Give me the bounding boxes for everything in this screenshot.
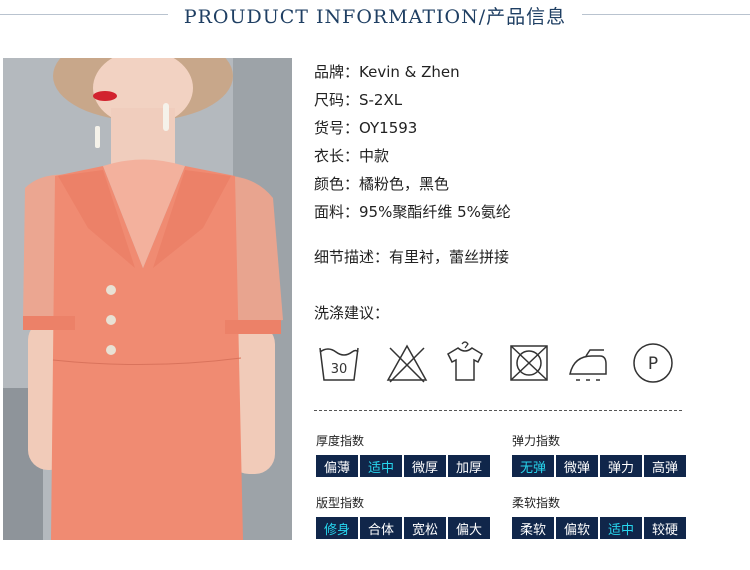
dry-clean-p-icon: P	[633, 343, 673, 383]
thickness-option: 加厚	[448, 455, 490, 477]
elasticity-options: 无弹 微弹 弹力 高弹	[512, 455, 688, 477]
fit-option: 宽松	[404, 517, 446, 539]
fit-option: 合体	[360, 517, 402, 539]
thickness-options: 偏薄 适中 微厚 加厚	[316, 455, 492, 477]
softness-index: 柔软指数 柔软 偏软 适中 较硬	[512, 494, 688, 539]
elasticity-option: 高弹	[644, 455, 686, 477]
washing-label: 洗涤建议：	[314, 304, 390, 322]
detail-description: 细节描述：有里衬，蕾丝拼接	[314, 248, 510, 266]
no-bleach-icon	[386, 344, 428, 383]
thickness-option: 偏薄	[316, 455, 358, 477]
thickness-option: 微厚	[404, 455, 446, 477]
softness-title: 柔软指数	[512, 496, 561, 510]
fit-options: 修身 合体 宽松 偏大	[316, 517, 492, 539]
section-title: PROUDUCT INFORMATION/产品信息	[183, 6, 567, 28]
elasticity-title: 弹力指数	[512, 434, 561, 448]
product-info: 品牌：Kevin & Zhen 尺码：S-2XL 货号：OY1593 衣长：中款…	[314, 60, 511, 228]
elasticity-index: 弹力指数 无弹 微弹 弹力 高弹	[512, 432, 688, 477]
softness-option: 柔软	[512, 517, 554, 539]
svg-text:P: P	[648, 354, 658, 374]
item-number-row: 货号：OY1593	[314, 119, 418, 137]
divider	[314, 410, 682, 411]
iron-icon	[569, 349, 607, 381]
hang-dry-icon	[447, 341, 483, 381]
softness-options: 柔软 偏软 适中 较硬	[512, 517, 688, 539]
thickness-index: 厚度指数 偏薄 适中 微厚 加厚	[316, 432, 492, 477]
size-row: 尺码：S-2XL	[314, 91, 403, 109]
no-tumble-dry-icon	[510, 345, 548, 381]
thickness-title: 厚度指数	[316, 434, 365, 448]
elasticity-option-selected: 无弹	[512, 455, 554, 477]
softness-option-selected: 适中	[600, 517, 642, 539]
softness-option: 偏软	[556, 517, 598, 539]
softness-option: 较硬	[644, 517, 686, 539]
brand-row: 品牌：Kevin & Zhen	[314, 63, 460, 81]
fabric-row: 面料：95%聚酯纤维 5%氨纶	[314, 203, 511, 221]
length-row: 衣长：中款	[314, 147, 390, 165]
fit-title: 版型指数	[316, 496, 365, 510]
wash-30-icon: 30	[319, 347, 359, 381]
color-row: 颜色：橘粉色，黑色	[314, 175, 450, 193]
elasticity-option: 弹力	[600, 455, 642, 477]
fit-option-selected: 修身	[316, 517, 358, 539]
thickness-option-selected: 适中	[360, 455, 402, 477]
fit-index: 版型指数 修身 合体 宽松 偏大	[316, 494, 492, 539]
elasticity-option: 微弹	[556, 455, 598, 477]
svg-text:30: 30	[331, 362, 348, 377]
product-photo	[3, 58, 292, 540]
fit-option: 偏大	[448, 517, 490, 539]
